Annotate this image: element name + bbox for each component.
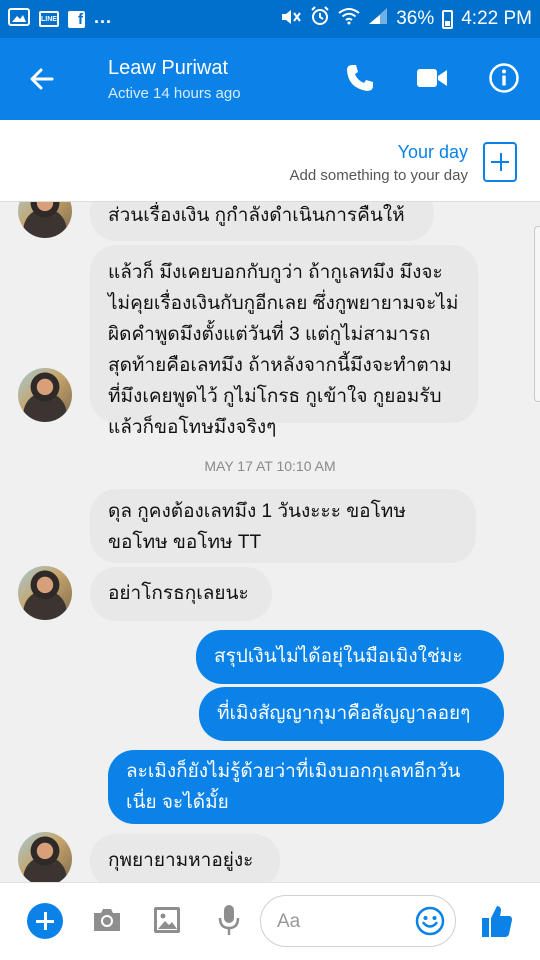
overflow-dots: ...: [94, 6, 113, 27]
outgoing-message[interactable]: ละเมิงก็ยังไม่รู้ด้วยว่าที่เมิงบอกกุเลทอ…: [108, 750, 504, 824]
incoming-message[interactable]: กุพยายามหาอยู่งะ: [90, 834, 280, 882]
line-icon: LINE: [39, 11, 59, 27]
contact-name[interactable]: Leaw Puriwat: [108, 57, 228, 80]
emoji-icon[interactable]: [415, 906, 445, 936]
microphone-icon[interactable]: [217, 903, 241, 937]
system-status: 36% 4:22 PM: [280, 6, 540, 32]
your-day-subtitle: Add something to your day: [289, 167, 468, 184]
plus-icon[interactable]: [27, 903, 63, 939]
scrollbar[interactable]: [534, 226, 540, 402]
message-thread[interactable]: ส่วนเรื่องเงิน กูกำลังดำเนินการคืนให้ แล…: [0, 202, 540, 882]
incoming-message[interactable]: ดุล กูคงต้องเลทมึง 1 วันงะะะ ขอโทษขอโทษ …: [90, 489, 476, 563]
conversation-header: Leaw Puriwat Active 14 hours ago: [0, 38, 540, 120]
incoming-message[interactable]: อย่าโกรธกุเลยนะ: [90, 567, 272, 621]
message-input-placeholder: Aa: [277, 911, 301, 932]
clock: 4:22 PM: [461, 8, 532, 29]
camera-icon[interactable]: [91, 905, 123, 935]
timestamp: MAY 17 AT 10:10 AM: [204, 458, 336, 474]
mute-icon: [280, 8, 302, 31]
status-bar: LINE f ... 36% 4:22 PM: [0, 0, 540, 38]
facebook-icon: f: [68, 10, 85, 28]
phone-icon[interactable]: [344, 62, 376, 94]
video-camera-icon[interactable]: [416, 66, 448, 90]
active-status: Active 14 hours ago: [108, 85, 241, 102]
alarm-icon: [310, 6, 330, 32]
thumbs-up-icon[interactable]: [480, 903, 514, 939]
battery-icon: [442, 9, 454, 29]
back-arrow-icon[interactable]: [26, 63, 58, 95]
avatar[interactable]: [18, 566, 72, 620]
incoming-message[interactable]: แล้วก็ มึงเคยบอกกับกูว่า ถ้ากูเลทมึง มึง…: [90, 245, 478, 438]
avatar[interactable]: [18, 832, 72, 882]
info-icon[interactable]: [488, 62, 520, 94]
incoming-message[interactable]: ส่วนเรื่องเงิน กูกำลังดำเนินการคืนให้: [90, 202, 434, 241]
notification-icons: LINE f ...: [0, 6, 113, 31]
outgoing-message[interactable]: ที่เมิงสัญญากุมาคือสัญญาลอยๆ: [199, 687, 504, 741]
outgoing-message[interactable]: สรุปเงินไม่ได้อยุ่ในมือเมิงใช่มะ: [196, 630, 504, 684]
avatar[interactable]: [18, 368, 72, 422]
your-day-title[interactable]: Your day: [398, 142, 468, 163]
image-icon[interactable]: [152, 905, 182, 935]
message-input[interactable]: Aa: [260, 895, 456, 947]
signal-icon: [368, 7, 388, 31]
composer-bar: Aa: [0, 882, 540, 960]
add-day-icon[interactable]: [483, 142, 517, 182]
your-day-bar[interactable]: Your day Add something to your day: [0, 120, 540, 202]
avatar[interactable]: [18, 202, 72, 238]
image-icon: [8, 7, 30, 31]
wifi-icon: [338, 7, 360, 31]
battery-percent: 36%: [396, 8, 435, 29]
